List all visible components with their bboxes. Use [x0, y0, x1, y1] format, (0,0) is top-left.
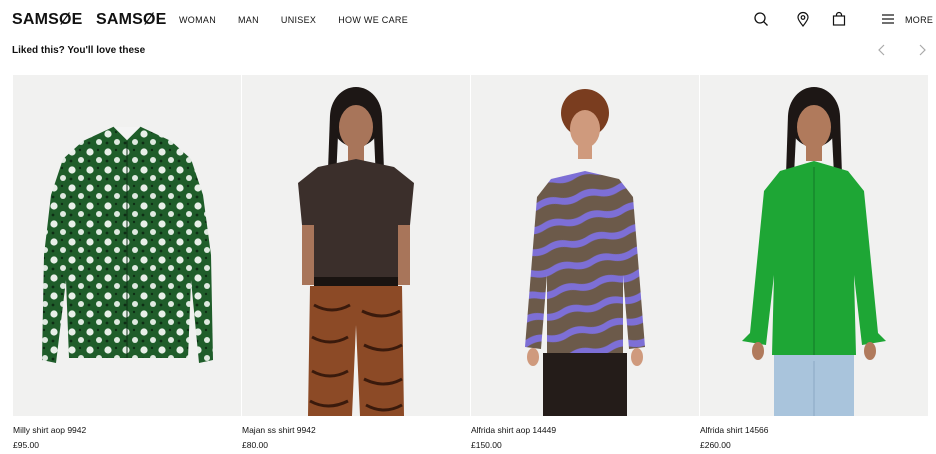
- product-name[interactable]: Alfrida shirt aop 14449: [471, 425, 699, 435]
- nav-item-woman[interactable]: WOMAN: [179, 15, 216, 25]
- menu-icon[interactable]: [879, 10, 897, 28]
- location-pin-icon[interactable]: [794, 10, 812, 28]
- logo-samsoe-secondary[interactable]: SAMSØE: [96, 11, 167, 29]
- product-name[interactable]: Alfrida shirt 14566: [700, 425, 928, 435]
- product-image[interactable]: [700, 75, 928, 416]
- section-title: Liked this? You'll love these: [12, 45, 146, 56]
- product-image[interactable]: [242, 75, 470, 416]
- search-icon[interactable]: [752, 10, 770, 28]
- product-price: £150.00: [471, 440, 502, 450]
- product-price: £80.00: [242, 440, 268, 450]
- product-price: £260.00: [700, 440, 731, 450]
- bag-icon[interactable]: [830, 10, 848, 28]
- product-price: £95.00: [13, 440, 39, 450]
- more-button[interactable]: MORE: [905, 15, 933, 25]
- product-card[interactable]: Alfrida shirt 14566 £260.00: [700, 75, 928, 450]
- logo-samsoe[interactable]: SAMSØE: [12, 11, 83, 29]
- product-card[interactable]: Alfrida shirt aop 14449 £150.00: [471, 75, 699, 450]
- product-card[interactable]: Majan ss shirt 9942 £80.00: [242, 75, 470, 450]
- product-card[interactable]: Milly shirt aop 9942 £95.00: [13, 75, 241, 450]
- main-nav: WOMAN MAN UNISEX HOW WE CARE: [179, 15, 430, 25]
- chevron-right-icon[interactable]: [914, 42, 930, 58]
- nav-item-man[interactable]: MAN: [238, 15, 259, 25]
- nav-item-how-we-care[interactable]: HOW WE CARE: [338, 15, 408, 25]
- site-header: SAMSØE SAMSØE WOMAN MAN UNISEX HOW WE CA…: [0, 0, 936, 40]
- product-image[interactable]: [13, 75, 241, 416]
- nav-item-unisex[interactable]: UNISEX: [281, 15, 316, 25]
- product-carousel: Milly shirt aop 9942 £95.00 Majan ss shi…: [13, 75, 928, 450]
- product-name[interactable]: Milly shirt aop 9942: [13, 425, 241, 435]
- chevron-left-icon[interactable]: [874, 42, 890, 58]
- product-image[interactable]: [471, 75, 699, 416]
- product-name[interactable]: Majan ss shirt 9942: [242, 425, 470, 435]
